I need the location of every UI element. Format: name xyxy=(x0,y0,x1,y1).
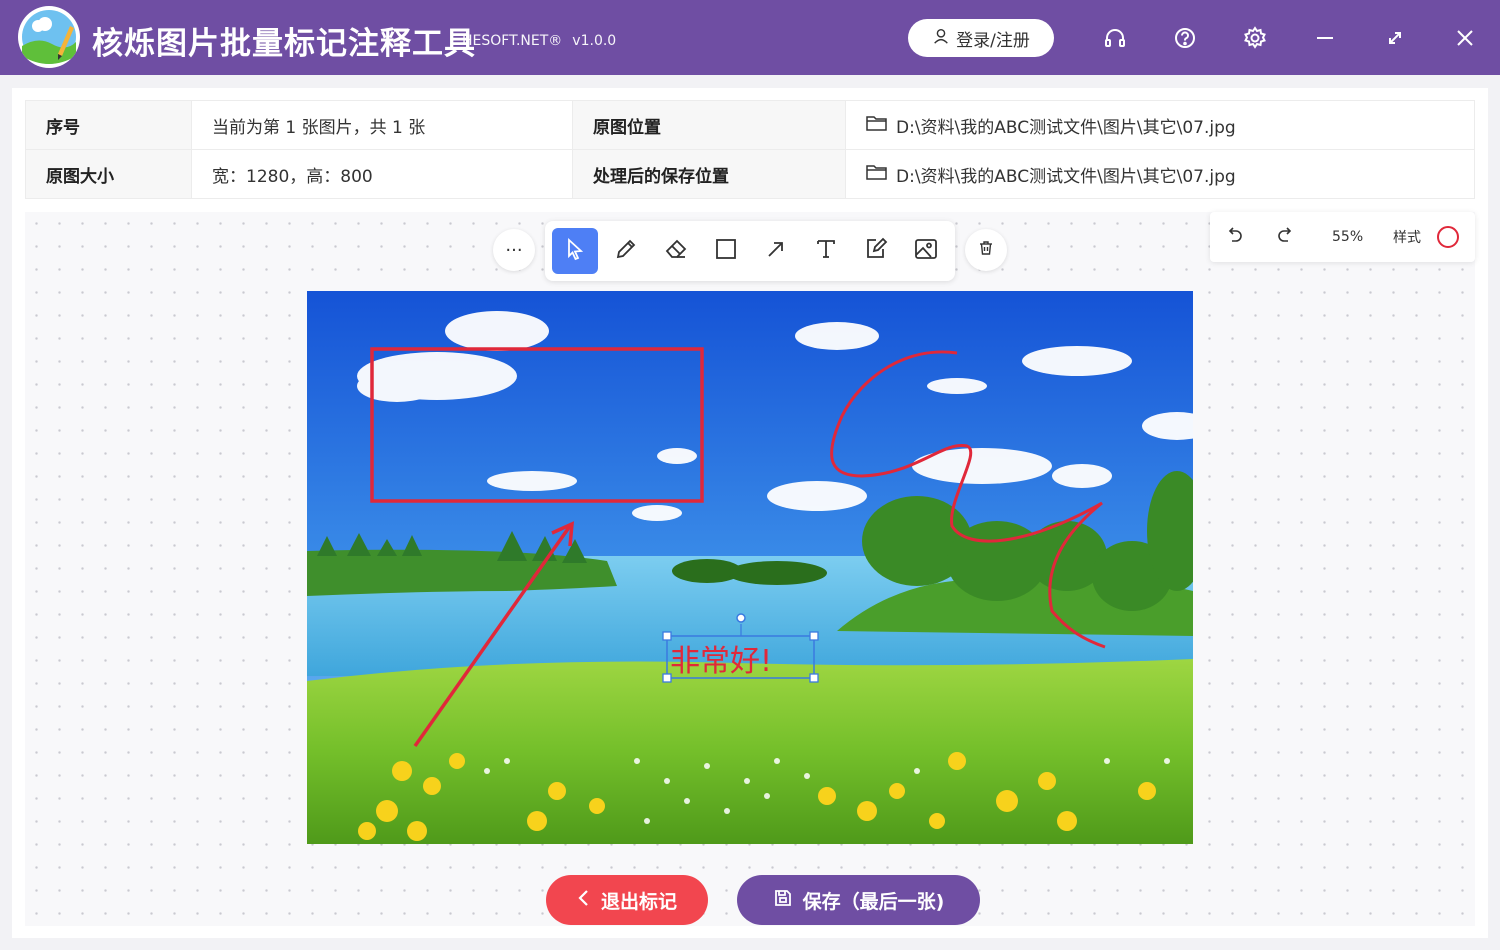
view-controls-panel: 55% 样式 xyxy=(1210,212,1475,262)
user-icon xyxy=(932,27,950,50)
app-logo xyxy=(18,6,80,68)
main-panel: 序号 当前为第 1 张图片，共 1 张 原图位置 D:\资料\我的ABC测试文件… xyxy=(12,88,1488,938)
table-row: 序号 当前为第 1 张图片，共 1 张 原图位置 D:\资料\我的ABC测试文件… xyxy=(25,100,1475,150)
exit-marking-button[interactable]: 退出标记 xyxy=(546,875,708,925)
trash-icon xyxy=(978,240,994,260)
login-register-label: 登录/注册 xyxy=(956,30,1030,51)
more-button[interactable]: ··· xyxy=(493,229,535,271)
eraser-tool-button[interactable] xyxy=(653,228,699,274)
arrow-tool-button[interactable] xyxy=(753,228,799,274)
undo-icon xyxy=(1225,225,1245,249)
size-label: 原图大小 xyxy=(25,149,192,199)
annotation-canvas[interactable]: ··· 55% 样式 非常好! 退出标记 保存（最后一张) xyxy=(25,212,1475,926)
size-value: 宽：1280，高：800 xyxy=(191,149,573,199)
select-tool-button[interactable] xyxy=(552,228,598,274)
save-icon xyxy=(773,888,793,913)
app-title: 核烁图片批量标记注释工具 xyxy=(92,26,476,62)
chevron-left-icon xyxy=(577,889,591,912)
maximize-icon[interactable] xyxy=(1381,24,1409,52)
index-value: 当前为第 1 张图片，共 1 张 xyxy=(191,100,573,150)
eraser-icon xyxy=(663,236,689,266)
close-icon[interactable] xyxy=(1451,24,1479,52)
undo-button[interactable] xyxy=(1225,224,1245,250)
redo-icon xyxy=(1275,225,1295,249)
save-path-label: 处理后的保存位置 xyxy=(572,149,846,199)
style-color-button[interactable] xyxy=(1437,224,1459,250)
save-button[interactable]: 保存（最后一张) xyxy=(737,875,980,925)
folder-icon xyxy=(866,114,888,137)
zoom-level[interactable]: 55% xyxy=(1332,224,1363,250)
more-icon: ··· xyxy=(505,239,523,261)
select-cursor-icon xyxy=(562,236,588,266)
image-icon xyxy=(913,236,939,266)
annotated-image[interactable]: 非常好! xyxy=(307,291,1193,844)
pencil-tool-button[interactable] xyxy=(603,228,649,274)
gear-icon[interactable] xyxy=(1241,24,1269,52)
rectangle-tool-button[interactable] xyxy=(703,228,749,274)
text-tool-button[interactable] xyxy=(803,228,849,274)
save-label: 保存（最后一张) xyxy=(802,890,945,913)
table-row: 原图大小 宽：1280，高：800 处理后的保存位置 D:\资料\我的ABC测试… xyxy=(25,149,1475,199)
save-path-cell[interactable]: D:\资料\我的ABC测试文件\图片\其它\07.jpg xyxy=(845,149,1475,199)
style-label[interactable]: 样式 xyxy=(1393,224,1421,250)
arrow-icon xyxy=(763,236,789,266)
folder-icon xyxy=(866,163,888,186)
edit-note-icon xyxy=(863,236,889,266)
delete-button[interactable] xyxy=(965,229,1007,271)
annotation-text: 非常好! xyxy=(670,644,772,679)
pencil-icon xyxy=(613,236,639,266)
image-info-table: 序号 当前为第 1 张图片，共 1 张 原图位置 D:\资料\我的ABC测试文件… xyxy=(25,100,1475,199)
title-bar: 核烁图片批量标记注释工具 HESOFT.NET® v1.0.0 登录/注册 xyxy=(0,0,1500,75)
save-path-value: D:\资料\我的ABC测试文件\图片\其它\07.jpg xyxy=(896,166,1236,187)
source-path-cell[interactable]: D:\资料\我的ABC测试文件\图片\其它\07.jpg xyxy=(845,100,1475,150)
image-tool-button[interactable] xyxy=(903,228,949,274)
headset-icon[interactable] xyxy=(1101,24,1129,52)
version-text: v1.0.0 xyxy=(572,33,617,49)
text-icon xyxy=(813,236,839,266)
style-color-swatch xyxy=(1437,226,1459,248)
source-path-label: 原图位置 xyxy=(572,100,846,150)
login-register-button[interactable]: 登录/注册 xyxy=(908,19,1054,57)
minimize-icon[interactable] xyxy=(1311,24,1339,52)
index-label: 序号 xyxy=(25,100,192,150)
rectangle-icon xyxy=(713,236,739,266)
brand-name: HESOFT.NET® xyxy=(462,33,563,49)
note-tool-button[interactable] xyxy=(853,228,899,274)
source-path-value: D:\资料\我的ABC测试文件\图片\其它\07.jpg xyxy=(896,117,1236,138)
brand-text: HESOFT.NET® v1.0.0 xyxy=(462,33,616,49)
exit-marking-label: 退出标记 xyxy=(600,890,677,913)
redo-button[interactable] xyxy=(1275,224,1295,250)
drawing-toolbar xyxy=(545,221,955,281)
help-icon[interactable] xyxy=(1171,24,1199,52)
